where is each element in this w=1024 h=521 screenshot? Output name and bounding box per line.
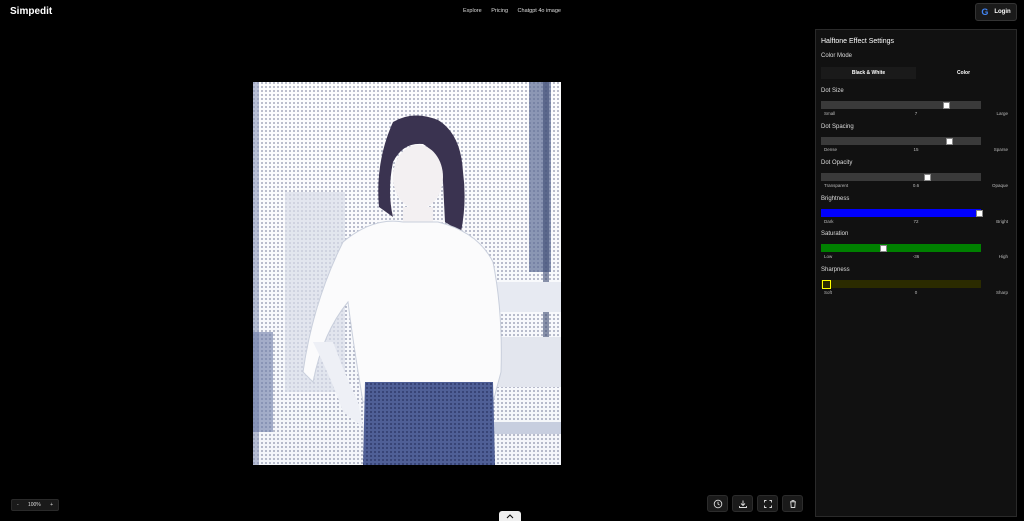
dot-spacing-label: Dot Spacing bbox=[821, 124, 854, 130]
sharpness-label: Sharpness bbox=[821, 267, 850, 273]
zoom-out-button[interactable]: - bbox=[17, 502, 19, 508]
expand-panel-button[interactable] bbox=[499, 511, 521, 521]
saturation-value: -36 bbox=[912, 254, 920, 259]
login-label: Login bbox=[994, 9, 1011, 15]
saturation-max-label: High bbox=[998, 254, 1008, 259]
nav-pricing[interactable]: Pricing bbox=[491, 8, 508, 14]
google-icon: G bbox=[981, 7, 989, 17]
dot-opacity-slider-handle[interactable] bbox=[923, 173, 931, 181]
top-bar: Simpedit Explore Pricing Chatgpt 4o imag… bbox=[0, 0, 1024, 26]
panel-title: Halftone Effect Settings bbox=[821, 38, 895, 45]
dot-size-value: 7 bbox=[914, 111, 918, 116]
download-icon bbox=[738, 500, 747, 508]
dot-spacing-min-label: Dense bbox=[824, 147, 838, 152]
color-mode-label: Color Mode bbox=[821, 53, 853, 59]
sharpness-max-label: Sharp bbox=[995, 290, 1008, 295]
image-toolbar bbox=[707, 495, 803, 512]
dot-opacity-value: 0.6 bbox=[912, 183, 920, 188]
fullscreen-icon bbox=[763, 499, 772, 508]
saturation-slider[interactable] bbox=[821, 244, 981, 252]
dot-spacing-value: 15 bbox=[913, 147, 919, 152]
dot-size-slider-handle[interactable] bbox=[942, 101, 950, 109]
login-button[interactable]: G Login bbox=[975, 3, 1017, 21]
nav-explore[interactable]: Explore bbox=[463, 8, 482, 14]
brightness-slider-handle[interactable] bbox=[976, 209, 984, 217]
zoom-control: - 100% + bbox=[11, 499, 59, 511]
dot-opacity-slider[interactable] bbox=[821, 173, 981, 181]
mode-color-button[interactable]: Color bbox=[916, 67, 1011, 79]
history-icon bbox=[713, 499, 722, 508]
chevron-up-icon bbox=[506, 513, 514, 518]
dot-size-label: Dot Size bbox=[821, 88, 844, 94]
dot-spacing-slider[interactable] bbox=[821, 137, 981, 145]
sharpness-min-label: Soft bbox=[824, 290, 833, 295]
nav-chatgpt-image[interactable]: Chatgpt 4o image bbox=[518, 8, 561, 14]
brightness-slider[interactable] bbox=[821, 209, 981, 217]
dot-size-slider[interactable] bbox=[821, 101, 981, 109]
brightness-label: Brightness bbox=[821, 196, 850, 202]
dot-spacing-max-label: Sparse bbox=[993, 147, 1008, 152]
brightness-value: 72 bbox=[913, 219, 919, 224]
dot-opacity-label: Dot Opacity bbox=[821, 160, 853, 166]
saturation-slider-handle[interactable] bbox=[880, 244, 888, 252]
dot-size-min-label: Small bbox=[824, 111, 836, 116]
main-nav: Explore Pricing Chatgpt 4o image bbox=[0, 8, 1024, 14]
brightness-min-label: Dark bbox=[824, 219, 834, 224]
mode-black-white-button[interactable]: Black & White bbox=[821, 67, 916, 79]
dot-size-max-label: Large bbox=[996, 111, 1008, 116]
saturation-min-label: Low bbox=[824, 254, 833, 259]
settings-panel: Halftone Effect Settings Color Mode Blac… bbox=[815, 29, 1017, 517]
download-button[interactable] bbox=[732, 495, 753, 512]
sharpness-value: 0 bbox=[914, 290, 918, 295]
delete-button[interactable] bbox=[782, 495, 803, 512]
zoom-in-button[interactable]: + bbox=[50, 502, 53, 508]
dot-spacing-slider-handle[interactable] bbox=[946, 137, 953, 145]
brightness-max-label: Bright bbox=[996, 219, 1008, 224]
fullscreen-button[interactable] bbox=[757, 495, 778, 512]
sharpness-slider[interactable] bbox=[821, 280, 981, 288]
history-button[interactable] bbox=[707, 495, 728, 512]
color-mode-toggle: Black & White Color bbox=[821, 67, 1011, 79]
dot-opacity-max-label: Opaque bbox=[991, 183, 1008, 188]
saturation-label: Saturation bbox=[821, 231, 849, 237]
preview-image bbox=[253, 82, 561, 465]
trash-icon bbox=[789, 499, 796, 508]
dot-opacity-min-label: Transparent bbox=[824, 183, 849, 188]
zoom-level: 100% bbox=[27, 502, 41, 508]
sharpness-slider-handle[interactable] bbox=[822, 279, 831, 289]
